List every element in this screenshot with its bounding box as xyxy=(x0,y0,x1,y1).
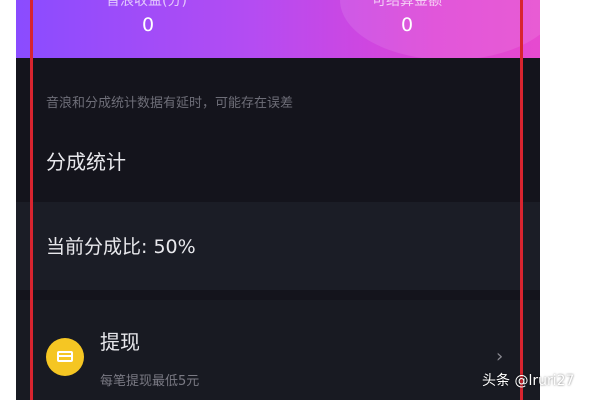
section-title: 分成统计 xyxy=(46,150,126,174)
wallet-icon xyxy=(46,338,84,376)
annotation-line-right xyxy=(520,0,523,400)
stat-label-right: 可结算金额 xyxy=(372,0,442,9)
earnings-header: 音浪收益(分) 0 可结算金额 0 xyxy=(16,0,540,58)
share-ratio-row: 当前分成比: 50% xyxy=(16,202,540,290)
app-screen: 音浪收益(分) 0 可结算金额 0 音浪和分成统计数据有延时，可能存在误差 分成… xyxy=(16,0,540,400)
withdraw-subtitle: 每笔提现最低5元 xyxy=(100,374,200,389)
stat-value-right: 0 xyxy=(400,14,414,36)
share-ratio-text: 当前分成比: 50% xyxy=(46,236,196,258)
withdraw-title[interactable]: 提现 xyxy=(100,326,140,355)
chevron-right-icon[interactable]: › xyxy=(496,346,503,367)
stat-label-left: 音浪收益(分) xyxy=(106,0,187,9)
data-delay-notice: 音浪和分成统计数据有延时，可能存在误差 xyxy=(46,96,294,111)
annotation-line-left xyxy=(30,0,33,400)
stat-value-left: 0 xyxy=(141,14,155,36)
withdraw-row[interactable] xyxy=(16,300,540,400)
watermark: 头条 @lruri27 xyxy=(482,373,575,389)
